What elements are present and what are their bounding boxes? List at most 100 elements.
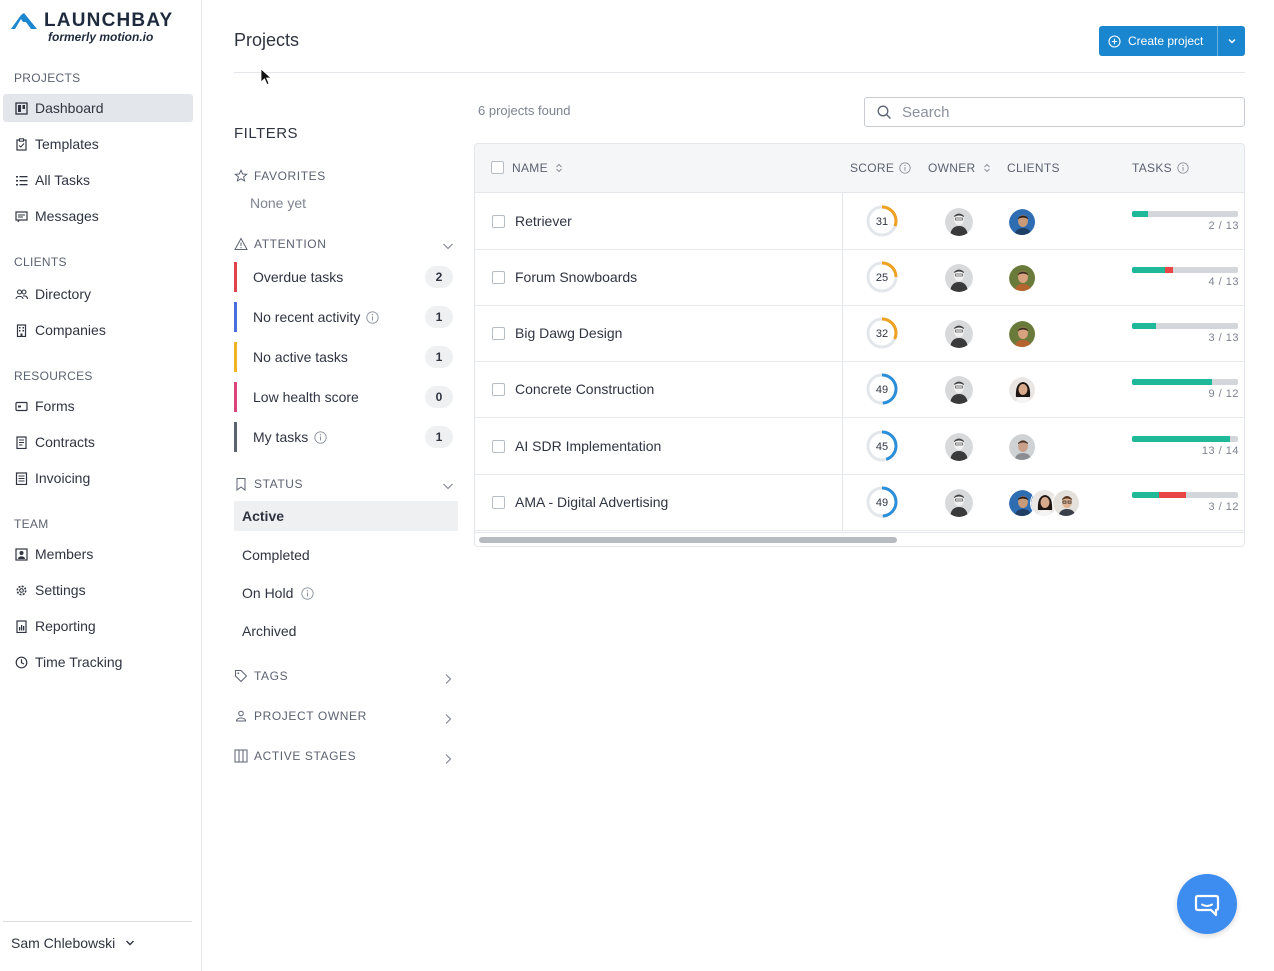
sidebar-item-forms[interactable]: Forms	[3, 392, 193, 420]
owner-avatar[interactable]	[945, 320, 973, 348]
sidebar-item-time-tracking[interactable]: Time Tracking	[3, 648, 193, 676]
attention-no-recent-activity[interactable]: No recent activity 1	[234, 302, 456, 332]
search-input[interactable]	[902, 103, 1222, 121]
sidebar-item-directory[interactable]: Directory	[3, 280, 193, 308]
score-ring: 32	[865, 316, 899, 350]
sidebar-item-dashboard[interactable]: Dashboard	[3, 94, 193, 122]
status-active[interactable]: Active	[234, 501, 458, 531]
client-avatar[interactable]	[1008, 376, 1036, 404]
row-checkbox[interactable]	[492, 440, 505, 453]
project-name-forum-snowboards[interactable]: Forum Snowboards	[515, 269, 637, 285]
column-name[interactable]: NAME	[512, 161, 565, 175]
logo-mark-icon	[11, 13, 37, 29]
header-divider	[234, 72, 1245, 73]
project-name-big-dawg-design[interactable]: Big Dawg Design	[515, 325, 622, 341]
attention-my-tasks[interactable]: My tasks 1	[234, 422, 456, 452]
table-row[interactable]: AMA - Digital Advertising 49 3 / 12	[475, 475, 1244, 531]
task-progress: 4 / 13	[1132, 267, 1239, 288]
sidebar-item-settings[interactable]: Settings	[3, 576, 193, 604]
columns-icon	[234, 749, 248, 763]
attention-low-health-score[interactable]: Low health score 0	[234, 382, 456, 412]
sidebar-item-templates[interactable]: Templates	[3, 130, 193, 158]
sidebar-item-members[interactable]: Members	[3, 540, 193, 568]
sidebar-item-all-tasks[interactable]: All Tasks	[3, 166, 193, 194]
table-row[interactable]: AI SDR Implementation 45 13 / 14	[475, 418, 1244, 475]
progress-bar	[1132, 379, 1238, 385]
page-title: Projects	[234, 30, 300, 50]
user-menu-button[interactable]: Sam Chlebowski	[11, 935, 135, 951]
create-project-button[interactable]: Create project	[1099, 26, 1245, 56]
status-label[interactable]: STATUS	[234, 477, 303, 491]
project-name-concrete-construction[interactable]: Concrete Construction	[515, 381, 654, 397]
launchbay-logo[interactable]: LAUNCHBAY formerly motion.io	[10, 10, 173, 44]
table-row[interactable]: Retriever 31 2 / 13	[475, 193, 1244, 250]
status-collapse-chevron-icon[interactable]	[442, 480, 454, 492]
row-checkbox[interactable]	[492, 383, 505, 396]
owner-avatar[interactable]	[945, 264, 973, 292]
chevron-down-icon	[126, 940, 135, 946]
sidebar-item-label: Messages	[35, 208, 99, 224]
select-all[interactable]	[491, 161, 504, 174]
info-icon[interactable]	[366, 310, 380, 324]
owner-avatar[interactable]	[945, 376, 973, 404]
row-checkbox[interactable]	[492, 327, 505, 340]
active-stages-filter[interactable]: ACTIVE STAGES	[234, 749, 356, 763]
row-checkbox[interactable]	[492, 271, 505, 284]
client-avatar[interactable]	[1008, 320, 1036, 348]
project-name-ama-digital-advertising[interactable]: AMA - Digital Advertising	[515, 494, 668, 510]
sidebar-item-invoicing[interactable]: Invoicing	[3, 464, 193, 492]
chevron-right-icon[interactable]	[442, 713, 454, 725]
info-icon[interactable]	[899, 162, 911, 174]
sidebar-item-reporting[interactable]: Reporting	[3, 612, 193, 640]
horizontal-scrollbar[interactable]	[475, 532, 1244, 546]
search-box[interactable]	[864, 97, 1245, 127]
column-owner[interactable]: OWNER	[928, 161, 993, 175]
select-all-checkbox[interactable]	[491, 161, 504, 174]
sidebar-item-messages[interactable]: Messages	[3, 202, 193, 230]
chevron-right-icon[interactable]	[442, 673, 454, 685]
section-label-projects: PROJECTS	[14, 71, 81, 85]
sidebar-item-companies[interactable]: Companies	[3, 316, 193, 344]
table-row[interactable]: Forum Snowboards 25 4 / 13	[475, 250, 1244, 306]
owner-avatar[interactable]	[945, 489, 973, 517]
info-icon[interactable]	[1177, 162, 1189, 174]
attention-overdue-tasks[interactable]: Overdue tasks 2	[234, 262, 456, 292]
client-avatar[interactable]	[1052, 489, 1080, 517]
info-icon[interactable]	[301, 586, 315, 600]
owner-avatar[interactable]	[945, 208, 973, 236]
info-icon[interactable]	[314, 430, 327, 444]
scrollbar-thumb[interactable]	[479, 537, 897, 543]
chevron-right-icon[interactable]	[442, 753, 454, 765]
column-score[interactable]: SCORE	[850, 161, 911, 175]
progress-bar	[1132, 436, 1238, 442]
tags-filter[interactable]: TAGS	[234, 669, 288, 683]
owner-avatar[interactable]	[945, 433, 973, 461]
attention-item-label: Overdue tasks	[253, 269, 344, 285]
score-value: 49	[876, 497, 888, 509]
status-on-hold[interactable]: On Hold	[234, 578, 458, 608]
project-owner-label-text: PROJECT OWNER	[254, 709, 367, 723]
client-avatar[interactable]	[1008, 208, 1036, 236]
project-name-ai-sdr-implementation[interactable]: AI SDR Implementation	[515, 438, 661, 454]
project-name-retriever[interactable]: Retriever	[515, 213, 572, 229]
create-project-dropdown[interactable]	[1217, 26, 1245, 56]
status-archived[interactable]: Archived	[234, 616, 458, 646]
create-project-main[interactable]: Create project	[1099, 26, 1217, 56]
attention-collapse-chevron-icon[interactable]	[442, 240, 454, 252]
row-checkbox[interactable]	[492, 215, 505, 228]
attention-label[interactable]: ATTENTION	[234, 237, 327, 251]
attention-no-active-tasks[interactable]: No active tasks 1	[234, 342, 456, 372]
table-row[interactable]: Big Dawg Design 32 3 / 13	[475, 306, 1244, 362]
status-item-label: Archived	[242, 623, 297, 639]
chat-support-button[interactable]	[1177, 874, 1237, 934]
client-avatar[interactable]	[1008, 433, 1036, 461]
client-avatar[interactable]	[1008, 264, 1036, 292]
status-completed[interactable]: Completed	[234, 540, 458, 570]
row-checkbox[interactable]	[492, 496, 505, 509]
project-owner-filter[interactable]: PROJECT OWNER	[234, 709, 367, 723]
table-row[interactable]: Concrete Construction 49 9 / 12	[475, 362, 1244, 418]
sidebar-item-label: Settings	[35, 582, 86, 598]
clipboard-icon	[15, 137, 28, 151]
sidebar-item-contracts[interactable]: Contracts	[3, 428, 193, 456]
column-tasks[interactable]: TASKS	[1132, 161, 1189, 175]
